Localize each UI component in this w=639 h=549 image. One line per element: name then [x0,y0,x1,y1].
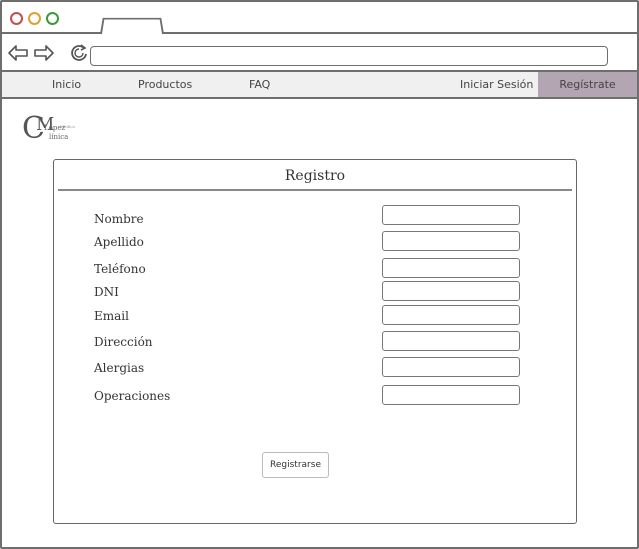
browser-window: Inicio Productos FAQ Iniciar Sesión Regí… [0,0,639,549]
address-toolbar [2,34,637,72]
nombre-input[interactable] [382,205,520,225]
menu-item-iniciar-sesion[interactable]: Iniciar Sesión [460,72,533,97]
label-apellido: Apellido [94,235,144,249]
alergias-input[interactable] [382,357,520,377]
minimize-window-icon[interactable] [28,12,41,25]
label-alergias: Alergias [94,361,145,375]
url-input[interactable] [90,46,608,66]
reload-icon[interactable] [68,42,90,64]
email-input[interactable] [382,305,520,325]
registrarse-button[interactable]: Registrarse [262,452,329,478]
label-operaciones: Operaciones [94,389,171,403]
title-divider [58,189,572,191]
clinic-logo[interactable]: C M Lopez línica Médica [22,112,78,148]
maximize-window-icon[interactable] [46,12,59,25]
telefono-input[interactable] [382,258,520,278]
direccion-input[interactable] [382,331,520,351]
arrow-left-icon[interactable] [7,42,29,64]
arrow-right-icon[interactable] [33,42,55,64]
main-menu: Inicio Productos FAQ Iniciar Sesión Regí… [2,72,637,99]
menu-item-productos[interactable]: Productos [138,72,192,97]
label-nombre: Nombre [94,212,144,226]
browser-tab[interactable] [100,17,164,34]
label-telefono: Teléfono [94,262,146,276]
registration-form: Registro Nombre Apellido Teléfono DNI Em… [53,159,577,524]
apellido-input[interactable] [382,231,520,251]
menu-item-inicio[interactable]: Inicio [52,72,81,97]
operaciones-input[interactable] [382,385,520,405]
label-direccion: Dirección [94,335,153,349]
form-title: Registro [284,168,346,184]
logo-line-clinica: línica [49,133,69,141]
label-dni: DNI [94,285,119,299]
close-window-icon[interactable] [10,12,23,25]
menu-item-registrate[interactable]: Regístrate [538,72,637,97]
logo-line-medica: Médica [60,124,75,129]
title-bar [2,2,637,34]
menu-item-faq[interactable]: FAQ [249,72,270,97]
label-email: Email [94,309,129,323]
dni-input[interactable] [382,281,520,301]
